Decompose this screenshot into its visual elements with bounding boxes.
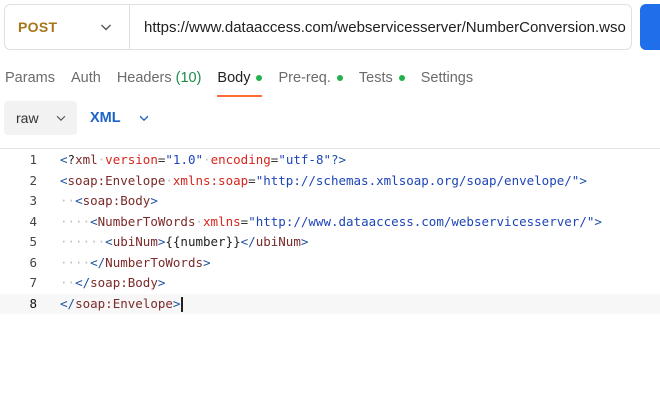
chevron-down-icon [56, 115, 66, 122]
tab-label: Auth [70, 70, 101, 86]
tab-label: Headers [116, 70, 172, 86]
chevron-down-icon [101, 24, 111, 31]
method-selector[interactable]: POST [5, 5, 130, 49]
headers-count-badge: (10) [175, 70, 202, 86]
code-text[interactable]: <?xml·version="1.0"·encoding="utf-8"?> [60, 150, 346, 171]
tab-params[interactable]: Params [5, 66, 55, 90]
line-number: 1 [29, 152, 37, 167]
tab-settings[interactable]: Settings [421, 66, 473, 90]
request-url-bar: POST https://www.dataaccess.com/webservi… [4, 4, 632, 50]
code-line[interactable]: 4 ····<NumberToWords·xmlns="http://www.da… [0, 212, 660, 233]
line-number: 3 [29, 193, 37, 208]
line-number: 7 [29, 275, 37, 290]
status-dot [336, 75, 343, 81]
tab-label: Tests [358, 70, 393, 86]
code-text[interactable]: </soap:Envelope> [60, 294, 183, 315]
text-caret [181, 296, 183, 312]
code-text[interactable]: ··<soap:Body> [60, 191, 158, 212]
language-label: XML [90, 110, 121, 126]
body-mode-label: raw [16, 110, 39, 126]
chevron-down-icon [139, 115, 149, 122]
line-number: 2 [29, 172, 37, 188]
code-line[interactable]: 7 ··</soap:Body> [0, 273, 660, 294]
line-number: 5 [29, 234, 37, 249]
method-label: POST [18, 19, 58, 35]
code-line[interactable]: 3 ··<soap:Body> [0, 191, 660, 212]
body-mode-dropdown[interactable]: raw [4, 101, 77, 135]
tab-label: Settings [420, 70, 474, 86]
line-number: 8 [29, 295, 37, 311]
tab-label: Body [217, 70, 251, 86]
tab-body[interactable]: Body [217, 66, 263, 97]
language-dropdown[interactable]: XML [90, 101, 151, 135]
line-number: 6 [29, 254, 37, 270]
code-editor[interactable]: 1 <?xml·version="1.0"·encoding="utf-8"?> 2… [0, 150, 660, 314]
code-line[interactable]: 6 ····</NumberToWords> [0, 253, 660, 274]
tab-auth[interactable]: Auth [71, 66, 101, 90]
tab-label: Pre-req. [278, 70, 331, 86]
request-tabs: Params Auth Headers (10) Body Pre-req. Te… [0, 66, 489, 97]
code-text[interactable]: <soap:Envelope·xmlns:soap="http://schema… [60, 171, 587, 192]
code-text[interactable]: ····<NumberToWords·xmlns="http://www.dat… [60, 212, 602, 233]
code-line[interactable]: 1 <?xml·version="1.0"·encoding="utf-8"?> [0, 150, 660, 171]
code-text[interactable]: ··</soap:Body> [60, 273, 165, 294]
tab-pre-request[interactable]: Pre-req. [278, 66, 343, 90]
tab-label: Params [5, 70, 55, 86]
code-text[interactable]: ······<ubiNum>{{number}}</ubiNum> [60, 232, 308, 253]
code-text[interactable]: ····</NumberToWords> [60, 253, 211, 274]
send-button[interactable] [640, 4, 660, 50]
line-number: 4 [29, 213, 37, 229]
code-line[interactable]: 2 <soap:Envelope·xmlns:soap="http://schem… [0, 171, 660, 192]
divider [0, 148, 660, 149]
status-dot [398, 75, 405, 81]
status-dot [256, 75, 263, 81]
code-line[interactable]: 8 </soap:Envelope> [0, 293, 660, 315]
url-input[interactable]: https://www.dataaccess.com/webservicesse… [130, 19, 626, 36]
tab-headers[interactable]: Headers (10) [117, 66, 202, 90]
code-line[interactable]: 5 ······<ubiNum>{{number}}</ubiNum> [0, 232, 660, 253]
tab-tests[interactable]: Tests [359, 66, 405, 90]
